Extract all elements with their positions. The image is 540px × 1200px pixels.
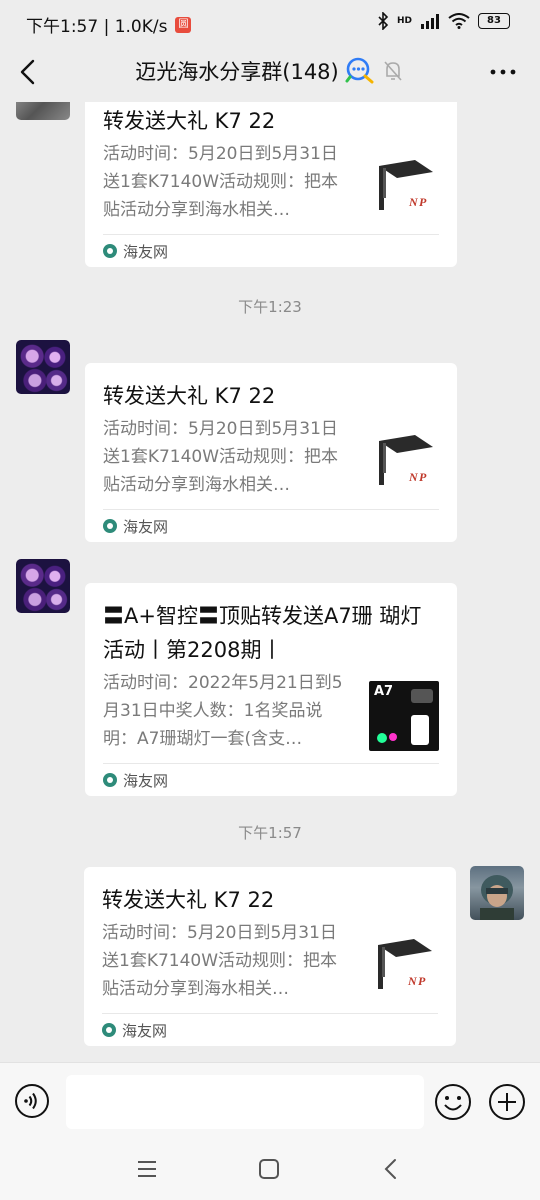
card-title: 转发送大礼 K7 22 — [103, 384, 276, 408]
card-description: 活动时间：5月20日到5月31日送1套K7140W活动规则：把本贴活动分享到海水… — [103, 144, 339, 220]
nav-back-icon[interactable] — [378, 1156, 404, 1182]
card-title: 转发送大礼 K7 22 — [102, 888, 275, 912]
card-description: 活动时间：5月20日到5月31日送1套K7140W活动规则：把本贴活动分享到海水… — [103, 419, 339, 495]
title-wrap: 迈光海水分享群(148) — [0, 56, 540, 86]
menu-icon[interactable] — [134, 1156, 160, 1182]
source-name: 海友网 — [122, 1021, 168, 1040]
thumb-label: A7 — [374, 684, 394, 699]
timestamp: 下午1:23 — [238, 298, 302, 316]
source-name: 海友网 — [123, 242, 169, 261]
more-dots-icon[interactable] — [488, 58, 518, 86]
status-time-speed: 下午1:57 | 1.0K/s — [26, 17, 168, 37]
signal-icon — [421, 14, 439, 29]
status-left: 下午1:57 | 1.0K/s 圆 — [26, 12, 192, 37]
card-title: 转发送大礼 K7 22 — [103, 109, 276, 133]
bell-muted-icon — [384, 61, 402, 81]
svg-text:P: P — [419, 195, 427, 209]
avatar[interactable] — [16, 559, 70, 613]
avatar[interactable] — [16, 102, 70, 120]
chat-title[interactable]: 迈光海水分享群(148) — [135, 56, 338, 86]
network-label: HD — [396, 16, 412, 26]
a7-thumbnail: A7 — [369, 681, 439, 751]
source-icon — [103, 773, 117, 787]
chat-bubble-icon — [345, 57, 374, 84]
svg-text:P: P — [418, 974, 426, 988]
emoji-icon[interactable] — [434, 1083, 472, 1121]
source-icon — [103, 244, 117, 258]
svg-text:N: N — [407, 974, 418, 988]
status-bar: 下午1:57 | 1.0K/s 圆 HD 83 — [0, 0, 540, 44]
voice-icon[interactable] — [14, 1083, 50, 1119]
battery-indicator: 83 — [478, 13, 510, 29]
card-title: 〓A+智控〓顶贴转发送A7珊 瑚灯活动丨第2208期丨 — [103, 604, 422, 662]
svg-text:N: N — [408, 470, 419, 484]
message-input[interactable] — [66, 1075, 424, 1129]
avatar[interactable] — [470, 866, 524, 920]
system-nav-bar — [0, 1140, 540, 1200]
lamp-thumbnail: N P — [369, 152, 439, 222]
source-icon — [103, 519, 117, 533]
home-icon[interactable] — [256, 1156, 282, 1182]
link-card[interactable]: 转发送大礼 K7 22 活动时间：5月20日到5月31日送1套K7140W活动规… — [84, 867, 456, 1046]
pilot-avatar-image — [480, 875, 514, 920]
input-bar — [0, 1062, 540, 1141]
svg-text:N: N — [408, 195, 419, 209]
source-name: 海友网 — [123, 771, 169, 790]
bluetooth-icon — [378, 12, 389, 30]
card-source: 海友网 — [103, 509, 439, 542]
card-source: 海友网 — [103, 234, 439, 267]
card-source: 海友网 — [102, 1013, 438, 1046]
notification-badge: 圆 — [175, 16, 192, 33]
card-source: 海友网 — [103, 763, 439, 796]
chat-header: 迈光海水分享群(148) — [0, 44, 540, 102]
wifi-icon — [448, 13, 470, 29]
plus-icon[interactable] — [488, 1083, 526, 1121]
chat-message-list[interactable]: 转发送大礼 K7 22 活动时间：5月20日到5月31日送1套K7140W活动规… — [0, 102, 540, 1062]
link-card[interactable]: 〓A+智控〓顶贴转发送A7珊 瑚灯活动丨第2208期丨 活动时间：2022年5月… — [85, 583, 457, 796]
link-card[interactable]: 转发送大礼 K7 22 活动时间：5月20日到5月31日送1套K7140W活动规… — [85, 102, 457, 267]
timestamp: 下午1:57 — [238, 824, 302, 842]
svg-text:P: P — [419, 470, 427, 484]
card-description: 活动时间：2022年5月21日到5月31日中奖人数：1名奖品说明：A7珊瑚灯一套… — [103, 673, 343, 749]
status-right: HD 83 — [377, 12, 510, 30]
lamp-thumbnail: N P — [368, 931, 438, 1001]
source-name: 海友网 — [123, 517, 169, 536]
avatar[interactable] — [16, 340, 70, 394]
source-icon — [102, 1023, 116, 1037]
card-description: 活动时间：5月20日到5月31日送1套K7140W活动规则：把本贴活动分享到海水… — [102, 923, 338, 999]
link-card[interactable]: 转发送大礼 K7 22 活动时间：5月20日到5月31日送1套K7140W活动规… — [85, 363, 457, 542]
lamp-thumbnail: N P — [369, 427, 439, 497]
